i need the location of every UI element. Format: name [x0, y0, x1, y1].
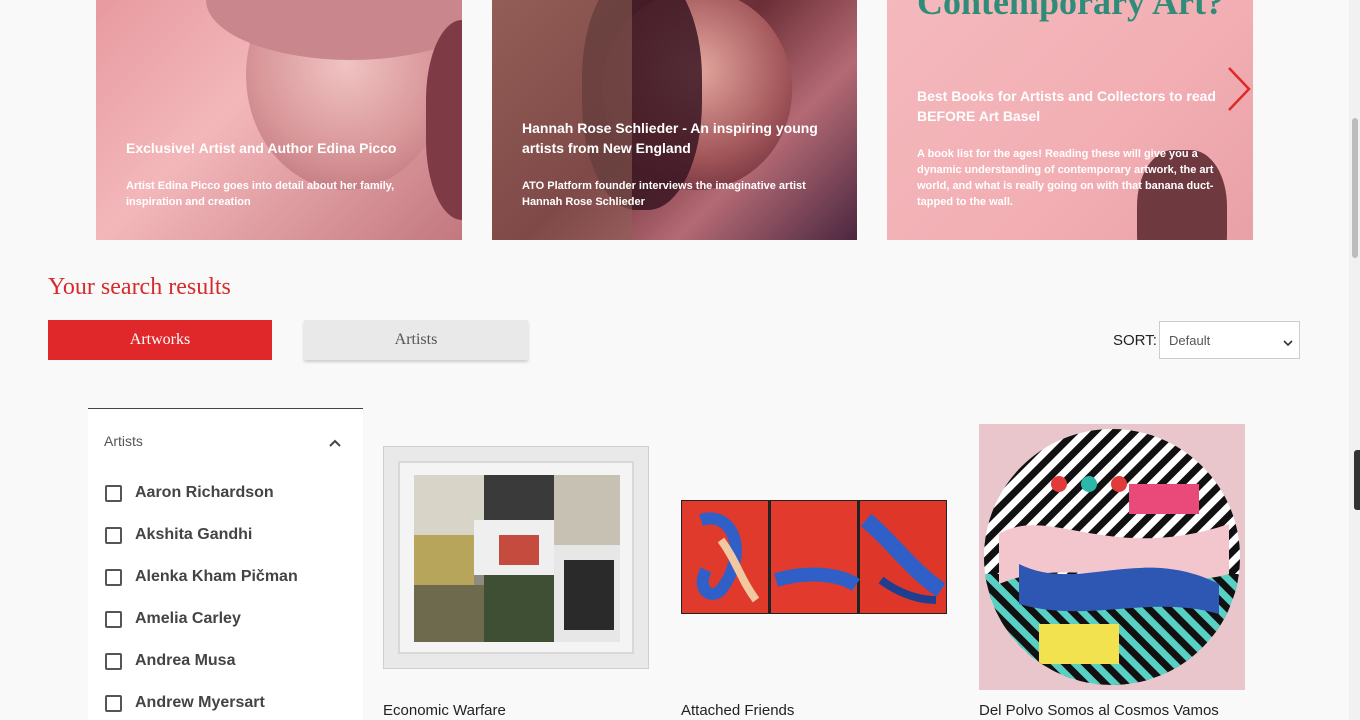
article-title[interactable]: Best Books for Artists and Collectors to… [917, 86, 1227, 126]
artist-filter-option[interactable]: Andrea Musa [105, 649, 235, 673]
circular-artwork [984, 429, 1240, 685]
checkbox[interactable] [105, 694, 122, 712]
sort-selected-value: Default [1169, 332, 1211, 348]
artist-filter-panel: Artists Aaron Richardson Akshita Gandhi … [88, 408, 363, 720]
article-card-hannah-rose-schlieder[interactable]: Hannah Rose Schlieder - An inspiring you… [492, 0, 857, 240]
artwork-title[interactable]: Attached Friends [681, 702, 794, 719]
sort-select[interactable]: Default [1159, 321, 1300, 359]
checkbox[interactable] [105, 652, 122, 670]
chevron-down-icon [1283, 335, 1293, 350]
article-headline: Contemporary Art? [917, 0, 1224, 22]
artist-option-label: Andrew Myersart [135, 694, 265, 711]
artwork-title[interactable]: Del Polvo Somos al Cosmos Vamos [979, 702, 1219, 719]
artist-filter-option[interactable]: Akshita Gandhi [105, 523, 252, 547]
article-card-edina-picco[interactable]: Exclusive! Artist and Author Edina Picco… [96, 0, 462, 240]
checkbox[interactable] [105, 568, 122, 586]
tab-artists[interactable]: Artists [304, 320, 528, 360]
hat-shape [206, 0, 462, 60]
sort-label: SORT: [1113, 332, 1157, 349]
chevron-up-icon[interactable] [328, 435, 342, 453]
checkbox[interactable] [105, 610, 122, 628]
tab-artworks[interactable]: Artworks [48, 320, 272, 360]
article-description: ATO Platform founder interviews the imag… [522, 180, 806, 208]
filter-title: Artists [104, 433, 143, 449]
scrollbar-thumb[interactable] [1352, 118, 1358, 258]
article-description: A book list for the ages! Reading these … [917, 148, 1214, 208]
checkbox[interactable] [105, 526, 122, 544]
artist-option-label: Aaron Richardson [135, 484, 274, 501]
side-feedback-tab[interactable] [1354, 450, 1360, 510]
article-title[interactable]: Hannah Rose Schlieder - An inspiring you… [522, 118, 832, 158]
article-card-best-books[interactable]: Contemporary Art? Best Books for Artists… [887, 0, 1253, 240]
article-description: Artist Edina Picco goes into detail abou… [126, 180, 395, 208]
artist-option-label: Amelia Carley [135, 610, 241, 627]
artwork-image-del-polvo-somos[interactable] [979, 424, 1245, 690]
artist-filter-option[interactable]: Alenka Kham Pičman [105, 565, 298, 589]
article-title[interactable]: Exclusive! Artist and Author Edina Picco [126, 138, 436, 158]
artist-option-label: Andrea Musa [135, 652, 236, 669]
artist-option-label: Akshita Gandhi [135, 526, 253, 543]
artist-filter-option[interactable]: Aaron Richardson [105, 481, 274, 505]
checkbox[interactable] [105, 484, 122, 502]
artist-filter-option[interactable]: Andrew Myersart [105, 691, 265, 715]
triptych-artwork [682, 501, 946, 613]
artwork-image-economic-warfare[interactable] [383, 446, 649, 669]
page-scrollbar[interactable] [1349, 0, 1360, 720]
search-results-heading: Your search results [48, 274, 231, 300]
chevron-right-icon[interactable] [1224, 64, 1254, 114]
collage-artwork [414, 475, 620, 642]
artist-filter-option[interactable]: Amelia Carley [105, 607, 241, 631]
artist-option-label: Alenka Kham Pičman [135, 568, 298, 585]
page: Exclusive! Artist and Author Edina Picco… [0, 0, 1360, 720]
artwork-title[interactable]: Economic Warfare [383, 702, 506, 719]
artwork-image-attached-friends[interactable] [681, 500, 947, 614]
